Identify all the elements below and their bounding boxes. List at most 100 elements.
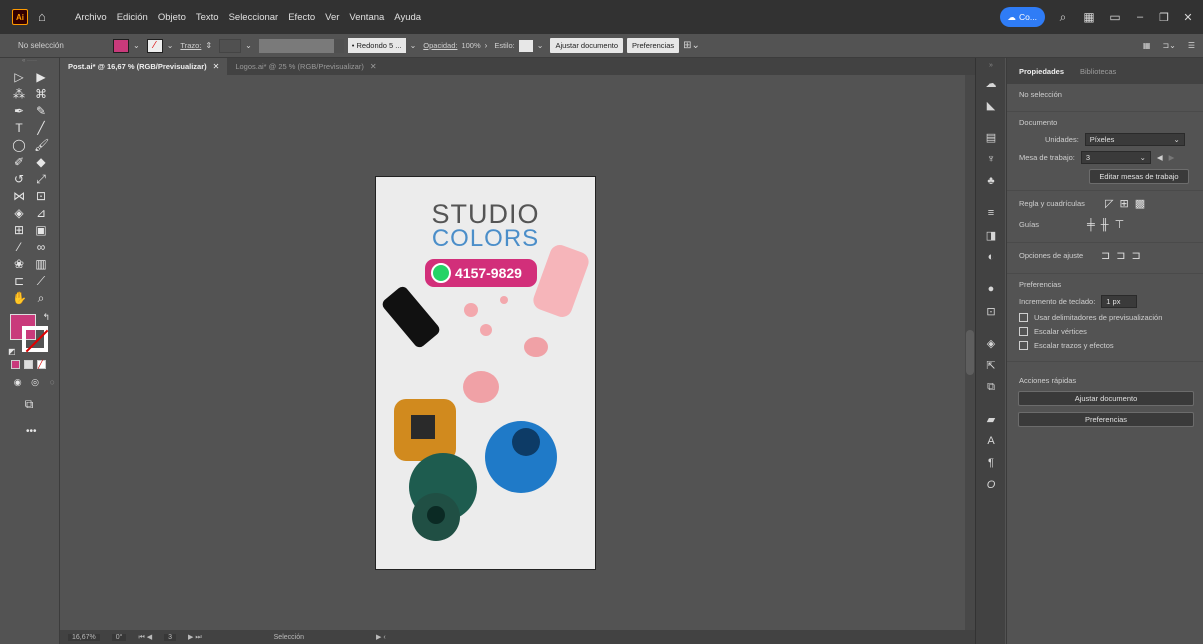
artboard[interactable]: STUDIO COLORS 4157-9829: [375, 176, 596, 570]
fit-document-button[interactable]: Ajustar documento: [550, 38, 624, 53]
direct-selection-tool-icon[interactable]: ▶: [34, 70, 48, 84]
libraries-icon[interactable]: ☁: [976, 72, 1006, 94]
stepper-icon[interactable]: ⇕: [205, 41, 212, 50]
cloud-button[interactable]: ☁ Co...: [999, 7, 1045, 27]
artboard-tool-icon[interactable]: ⊏: [12, 274, 26, 288]
arrange-icon[interactable]: ▭: [1107, 10, 1123, 24]
pen-tool-icon[interactable]: ✒: [12, 104, 26, 118]
gradient-tool-icon[interactable]: ▣: [34, 223, 48, 237]
artboard-next-icon[interactable]: ▶ ⏭: [188, 633, 202, 642]
fill-control[interactable]: ⌄: [113, 38, 140, 53]
links-icon[interactable]: ⧉: [976, 376, 1006, 398]
type-tool-icon[interactable]: T: [12, 121, 26, 135]
stroke-weight-dropdown[interactable]: ⌄: [219, 38, 252, 53]
style-swatch[interactable]: [518, 39, 533, 52]
close-icon[interactable]: ✕: [213, 62, 220, 71]
snap-point-icon[interactable]: ⊐: [1101, 249, 1110, 262]
gradient-icon[interactable]: ◨: [976, 224, 1006, 246]
chevron-right-icon[interactable]: ›: [485, 41, 488, 50]
blend-tool-icon[interactable]: ∞: [34, 240, 48, 254]
selection-tool-icon[interactable]: ▷: [12, 70, 26, 84]
grid-icon[interactable]: ▦: [1143, 41, 1151, 50]
tab-libraries[interactable]: Bibliotecas: [1080, 67, 1116, 76]
home-icon[interactable]: ⌂: [38, 10, 52, 24]
stroke-control[interactable]: ⁄ ⌄: [146, 38, 174, 53]
gradient-mode-icon[interactable]: [24, 360, 33, 369]
draw-normal-icon[interactable]: ◉: [11, 375, 24, 389]
preview-bounds-row[interactable]: Usar delimitadores de previsualización: [1019, 313, 1191, 322]
swap-icon[interactable]: ↰: [42, 312, 50, 323]
stroke-label[interactable]: Trazo:: [180, 41, 201, 50]
tab-post[interactable]: Post.ai* @ 16,67 % (RGB/Previsualizar) ✕: [60, 58, 228, 75]
character-icon[interactable]: A: [976, 430, 1006, 452]
next-artboard-icon[interactable]: ▶: [1169, 153, 1175, 162]
line-tool-icon[interactable]: ╱: [34, 121, 48, 135]
chevron-down-icon[interactable]: ⌄: [537, 41, 544, 50]
lock-guides-icon[interactable]: ╫: [1101, 219, 1109, 231]
transparency-icon[interactable]: ◐: [976, 246, 1006, 268]
zoom-tool-icon[interactable]: ⌕: [34, 291, 48, 305]
rotation-field[interactable]: 0°: [111, 633, 127, 641]
preferences-button[interactable]: Preferencias: [627, 38, 680, 53]
eyedropper-tool-icon[interactable]: ⁄: [12, 240, 26, 254]
draw-behind-icon[interactable]: ◎: [28, 375, 41, 389]
panel-grip[interactable]: »: [976, 58, 1006, 72]
scale-tool-icon[interactable]: ⤢: [34, 172, 48, 186]
zoom-field[interactable]: 16,67%: [68, 633, 100, 641]
artboard-index-field[interactable]: 3: [164, 633, 176, 641]
grid-icon[interactable]: ⊞: [1119, 197, 1128, 210]
chevron-down-icon[interactable]: ⌄: [167, 41, 174, 50]
menu-seleccionar[interactable]: Seleccionar: [228, 10, 280, 25]
color-icon[interactable]: ●: [976, 278, 1006, 300]
minimize-icon[interactable]: –: [1133, 11, 1147, 23]
hand-tool-icon[interactable]: ✋: [12, 291, 27, 305]
artboard-nav-icon[interactable]: ⏮ ◀: [138, 633, 152, 642]
more-tools-icon[interactable]: •••: [26, 426, 59, 437]
brush-tool-icon[interactable]: 🖌: [34, 138, 49, 152]
brushes-icon[interactable]: ♆: [976, 148, 1006, 170]
screen-mode-icon[interactable]: ⧉: [22, 397, 36, 411]
layers-icon[interactable]: ◈: [976, 332, 1006, 354]
brush-definition[interactable]: • Redondo 5 ...: [347, 38, 406, 53]
menu-ventana[interactable]: Ventana: [348, 10, 385, 25]
fill-swatch[interactable]: [113, 38, 129, 53]
menu-edicion[interactable]: Edición: [116, 10, 149, 25]
column-graph-tool-icon[interactable]: ▥: [34, 257, 48, 271]
free-transform-tool-icon[interactable]: ⊡: [34, 189, 48, 203]
vertical-scrollbar[interactable]: [965, 75, 975, 630]
opacity-value[interactable]: 100%: [461, 41, 480, 50]
rotate-tool-icon[interactable]: ↺: [12, 172, 26, 186]
opacity-label[interactable]: Opacidad:: [423, 41, 457, 50]
restore-icon[interactable]: ❐: [1157, 11, 1171, 24]
perspective-tool-icon[interactable]: ⊿: [34, 206, 48, 220]
align-icon[interactable]: ⊞⌄: [683, 40, 700, 51]
checkbox[interactable]: [1019, 327, 1028, 336]
draw-inside-icon[interactable]: ○: [46, 375, 59, 389]
appearance-icon[interactable]: ◣: [976, 94, 1006, 116]
menu-archivo[interactable]: Archivo: [74, 10, 108, 25]
snap-icon[interactable]: ⊐⌄: [1162, 41, 1175, 50]
symbols-icon[interactable]: ♣: [976, 170, 1006, 192]
comments-icon[interactable]: ▰: [976, 408, 1006, 430]
snap-glyph-icon[interactable]: ⊐: [1131, 249, 1140, 262]
snap-pixel-icon[interactable]: ⊐: [1116, 249, 1125, 262]
width-tool-icon[interactable]: ⋈: [12, 189, 26, 203]
stroke-swatch[interactable]: ⁄: [146, 38, 163, 53]
variable-width-profile[interactable]: [258, 38, 334, 53]
quick-preferences-button[interactable]: Preferencias: [1018, 412, 1194, 427]
panel-grip[interactable]: « ·····: [0, 58, 59, 68]
workspace-icon[interactable]: ▦: [1081, 10, 1097, 24]
quick-fit-document-button[interactable]: Ajustar documento: [1018, 391, 1194, 406]
checkbox[interactable]: [1019, 341, 1028, 350]
scroll-thumb[interactable]: [966, 330, 974, 375]
scale-corners-row[interactable]: Escalar vértices: [1019, 327, 1191, 336]
chevron-down-icon[interactable]: ⌄: [245, 41, 252, 50]
stroke-weight-field[interactable]: [219, 38, 242, 53]
search-icon[interactable]: ⌕: [1055, 10, 1071, 25]
asset-export-icon[interactable]: ⊡: [976, 300, 1006, 322]
shape-builder-tool-icon[interactable]: ◈: [12, 206, 26, 220]
menu-ayuda[interactable]: Ayuda: [393, 10, 422, 25]
menu-icon[interactable]: ☰: [1188, 41, 1195, 50]
artboards-icon[interactable]: ⇱: [976, 354, 1006, 376]
tab-logos[interactable]: Logos.ai* @ 25 % (RGB/Previsualizar) ✕: [227, 58, 384, 75]
